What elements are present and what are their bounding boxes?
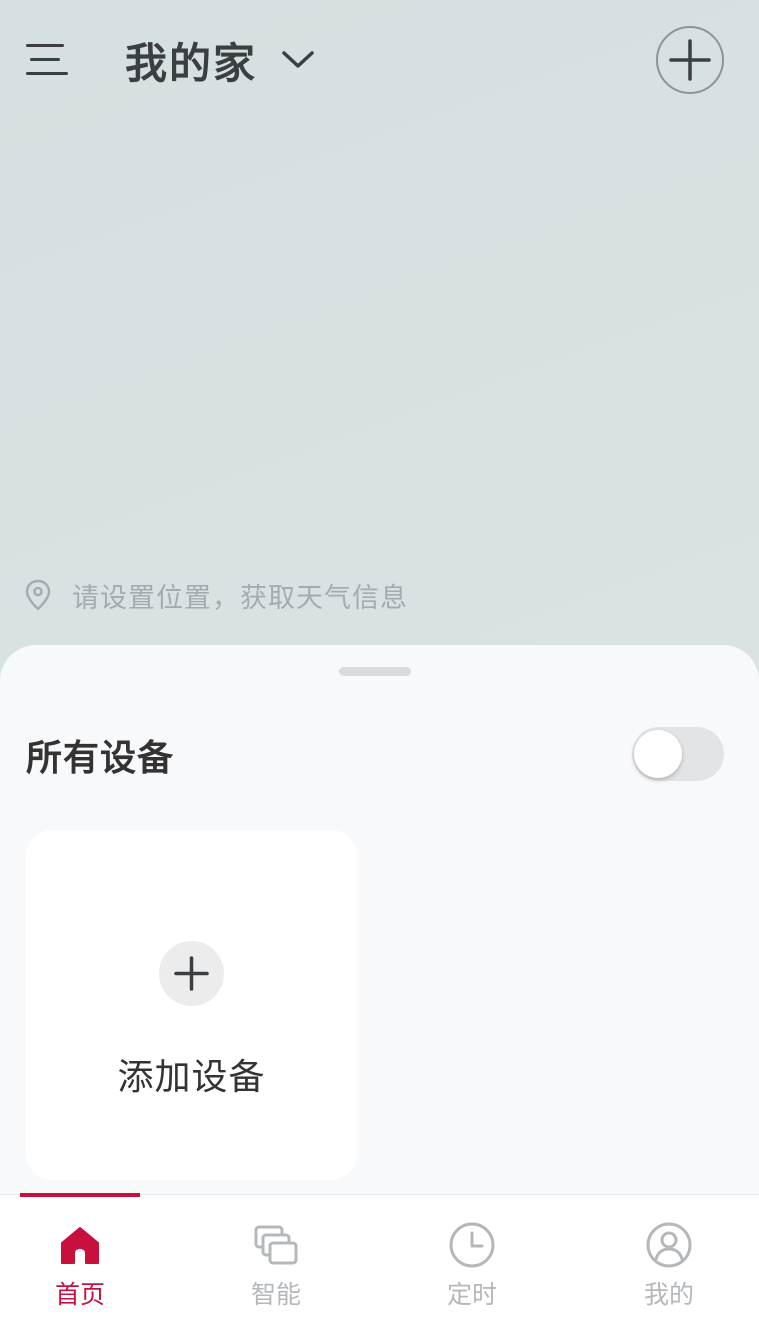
home-selector[interactable]: 我的家 — [125, 28, 317, 92]
all-devices-toggle[interactable] — [632, 727, 724, 781]
add-device-plus-icon — [159, 941, 224, 1006]
chevron-down-icon — [282, 51, 314, 68]
add-device-label: 添加设备 — [117, 1057, 266, 1098]
set-location-prompt[interactable]: 请设置位置，获取天气信息 — [24, 575, 408, 615]
tab-home-label: 首页 — [54, 1280, 105, 1309]
tab-mine[interactable]: 我的 — [599, 1217, 739, 1317]
active-tab-indicator — [20, 1193, 140, 1197]
sheet-drag-handle[interactable] — [339, 667, 411, 676]
home-name: 我的家 — [125, 38, 258, 88]
tab-timer[interactable]: 定时 — [402, 1217, 542, 1317]
all-devices-title: 所有设备 — [26, 738, 175, 779]
bottom-tab-bar: 首页 智能 定时 我的 — [0, 1193, 759, 1337]
home-icon — [61, 1227, 99, 1264]
add-device-card[interactable]: 添加设备 — [26, 830, 357, 1180]
tab-smart[interactable]: 智能 — [206, 1217, 346, 1317]
tab-smart-label: 智能 — [250, 1280, 301, 1309]
top-header: 我的家 — [0, 0, 759, 120]
smart-scenes-icon — [254, 1225, 298, 1265]
location-pin-icon — [25, 579, 51, 611]
tab-mine-label: 我的 — [643, 1280, 694, 1309]
tab-timer-label: 定时 — [446, 1280, 497, 1309]
location-prompt-text: 请设置位置，获取天气信息 — [72, 582, 408, 614]
clock-icon — [449, 1222, 495, 1268]
devices-sheet: 所有设备 添加设备 — [0, 645, 759, 1205]
profile-icon — [646, 1222, 692, 1268]
toggle-knob — [634, 730, 682, 778]
tab-home[interactable]: 首页 — [10, 1217, 150, 1317]
menu-icon[interactable] — [22, 38, 72, 82]
add-icon[interactable] — [655, 25, 725, 95]
